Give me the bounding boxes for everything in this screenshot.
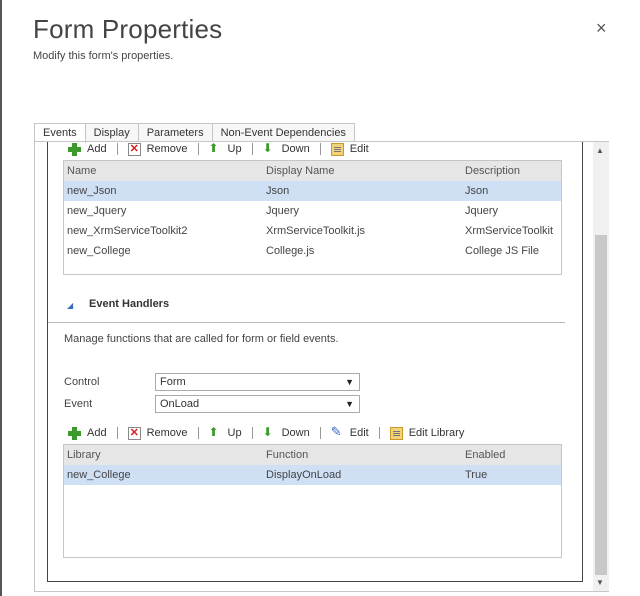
cell-description: Json <box>465 185 489 197</box>
dialog-title: Form Properties <box>33 14 223 44</box>
remove-label: Remove <box>146 427 188 439</box>
control-select[interactable]: Form ▼ <box>155 373 360 391</box>
cell-name: new_Json <box>67 185 117 197</box>
cell-description: College JS File <box>465 245 539 257</box>
toolbar-separator <box>251 143 253 155</box>
cell-library: new_College <box>67 469 131 481</box>
column-header-display-name[interactable]: Display Name <box>266 165 334 177</box>
toolbar-separator <box>251 427 253 439</box>
library-grid-header: Name Display Name Description <box>64 161 561 181</box>
remove-icon <box>127 142 141 156</box>
toolbar-separator <box>197 427 199 439</box>
cell-display-name: Json <box>266 185 290 197</box>
library-up-button[interactable]: Up <box>209 141 242 156</box>
cell-description: Jquery <box>465 205 499 217</box>
column-header-library[interactable]: Library <box>67 449 101 461</box>
event-handlers-description: Manage functions that are called for for… <box>64 333 339 345</box>
scrollbar-thumb[interactable] <box>595 235 607 575</box>
cell-name: new_Jquery <box>67 205 127 217</box>
chevron-down-icon: ▼ <box>345 377 354 387</box>
edit-label: Edit <box>349 427 369 439</box>
cell-display-name: College.js <box>266 245 315 257</box>
control-select-value: Form <box>160 376 186 388</box>
toolbar-separator <box>319 143 321 155</box>
remove-icon <box>127 426 141 440</box>
edit-icon <box>330 142 344 156</box>
table-row[interactable]: new_XrmServiceToolkit2 XrmServiceToolkit… <box>64 221 561 241</box>
library-edit-button[interactable]: Edit <box>330 142 369 156</box>
chevron-down-icon: ▼ <box>345 399 354 409</box>
up-label: Up <box>227 143 242 155</box>
window-edge <box>0 0 2 596</box>
toolbar-separator <box>378 427 380 439</box>
handler-edit-button[interactable]: Edit <box>331 424 369 440</box>
add-label: Add <box>87 427 107 439</box>
handler-grid-header: Library Function Enabled <box>64 445 561 465</box>
toolbar-separator <box>116 427 118 439</box>
handler-toolbar: Add Remove Up Down Edit Edit Library <box>68 424 465 441</box>
event-label: Event <box>64 398 93 410</box>
cell-name: new_College <box>67 245 131 257</box>
tab-events[interactable]: Events <box>34 123 86 143</box>
tab-non-event-dependencies[interactable]: Non-Event Dependencies <box>211 123 355 142</box>
control-label: Control <box>64 376 100 388</box>
event-select[interactable]: OnLoad ▼ <box>155 395 360 413</box>
column-header-description[interactable]: Description <box>465 165 520 177</box>
handler-grid: Library Function Enabled new_College Dis… <box>63 444 562 558</box>
dialog-subtitle: Modify this form's properties. <box>33 50 174 62</box>
table-row[interactable]: new_College College.js College JS File <box>64 241 561 261</box>
arrow-up-icon <box>209 425 222 440</box>
library-toolbar: Add Remove Up Down Edit <box>68 141 369 157</box>
add-icon <box>68 142 81 156</box>
library-down-button[interactable]: Down <box>263 141 310 156</box>
table-row[interactable]: new_Jquery Jquery Jquery <box>64 201 561 221</box>
column-header-function[interactable]: Function <box>266 449 308 461</box>
toolbar-separator <box>197 143 199 155</box>
table-row[interactable]: new_College DisplayOnLoad True <box>64 465 561 485</box>
cell-description: XrmServiceToolkit <box>465 225 554 237</box>
library-grid: Name Display Name Description new_Json J… <box>63 160 562 275</box>
down-label: Down <box>281 143 310 155</box>
close-icon[interactable]: × <box>596 18 607 39</box>
tab-bar: Events Display Parameters Non-Event Depe… <box>34 123 355 143</box>
vertical-scrollbar[interactable]: ▲ ▼ <box>593 142 609 591</box>
up-label: Up <box>227 427 242 439</box>
scroll-up-icon[interactable]: ▲ <box>596 146 604 155</box>
arrow-down-icon <box>263 141 276 156</box>
edit-library-label: Edit Library <box>408 427 465 439</box>
column-header-name[interactable]: Name <box>67 165 96 177</box>
add-label: Add <box>87 143 107 155</box>
scroll-down-icon[interactable]: ▼ <box>596 578 604 587</box>
table-row[interactable]: new_Json Json Json <box>64 181 561 201</box>
section-title-event-handlers: Event Handlers <box>89 298 170 310</box>
toolbar-separator <box>319 427 321 439</box>
remove-label: Remove <box>146 143 188 155</box>
cell-display-name: XrmServiceToolkit.js <box>266 225 366 237</box>
cell-name: new_XrmServiceToolkit2 <box>67 225 188 237</box>
tab-display[interactable]: Display <box>84 123 139 142</box>
column-header-enabled[interactable]: Enabled <box>465 449 505 461</box>
event-select-value: OnLoad <box>160 398 200 410</box>
tab-parameters[interactable]: Parameters <box>137 123 213 142</box>
cell-enabled: True <box>465 469 488 481</box>
pencil-icon <box>331 424 344 440</box>
down-label: Down <box>281 427 310 439</box>
library-add-button[interactable]: Add <box>68 142 107 156</box>
library-remove-button[interactable]: Remove <box>127 142 188 156</box>
add-icon <box>68 426 81 440</box>
handler-remove-button[interactable]: Remove <box>127 426 188 440</box>
arrow-down-icon <box>263 425 276 440</box>
edit-library-icon <box>389 426 403 440</box>
toolbar-separator <box>116 143 118 155</box>
handler-up-button[interactable]: Up <box>209 425 242 440</box>
cell-function: DisplayOnLoad <box>266 469 342 481</box>
handler-down-button[interactable]: Down <box>263 425 310 440</box>
handler-add-button[interactable]: Add <box>68 426 107 440</box>
arrow-up-icon <box>209 141 222 156</box>
collapse-triangle-icon[interactable]: ◢ <box>67 301 73 310</box>
section-divider <box>48 322 565 323</box>
cell-display-name: Jquery <box>266 205 300 217</box>
edit-label: Edit <box>349 143 369 155</box>
handler-edit-library-button[interactable]: Edit Library <box>389 426 465 440</box>
